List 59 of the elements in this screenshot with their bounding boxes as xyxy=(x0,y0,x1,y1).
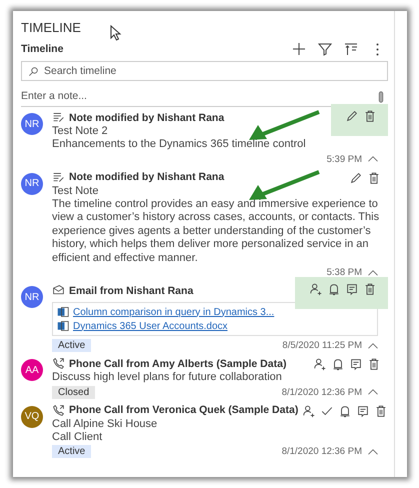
timestamp: 5:38 PM xyxy=(326,267,362,278)
item-title: Phone Call from Veronica Quek (Sample Data) xyxy=(69,404,298,416)
avatar: NR xyxy=(21,286,43,308)
status-badge: Active xyxy=(52,339,92,352)
trash-icon xyxy=(362,109,376,123)
item-subtitle: Test Note xyxy=(52,184,100,198)
item-description: The timeline control provides an easy and immersive experience to view a customer’s history across cases, accounts, or contacts. This experience gives agents a better understanding of the customer’s history, which helps them deliver more personalized service in an efficient and effective manner. xyxy=(52,198,380,265)
mouse-cursor xyxy=(110,25,122,41)
item-description: Enhancements to the Dynamics 365 timeline control xyxy=(52,138,307,152)
timestamp: 5:39 PM xyxy=(326,154,362,164)
document-icon xyxy=(57,320,69,332)
item-title: Phone Call from Amy Alberts (Sample Data) xyxy=(69,358,288,370)
more-icon xyxy=(376,42,378,56)
status-badge: Active xyxy=(52,445,92,458)
plus-icon xyxy=(291,41,307,57)
avatar: NR xyxy=(21,113,43,135)
timestamp: 8/5/2020 11:25 PM xyxy=(282,340,362,351)
item-subtitle: Test Note 2 xyxy=(52,125,109,138)
status-badge: Closed xyxy=(52,386,96,398)
person-plus-icon xyxy=(308,282,322,296)
filter-icon xyxy=(317,41,333,57)
bell-icon xyxy=(338,404,352,418)
note-icon xyxy=(348,357,362,371)
item-title: Note modified by Nishant Rana xyxy=(69,112,226,124)
sort-icon xyxy=(343,41,359,57)
item-title: Email from Nishant Rana xyxy=(69,284,194,296)
bell-icon xyxy=(326,282,340,296)
section-title: TIMELINE xyxy=(21,19,81,35)
envelope-icon xyxy=(52,284,65,297)
search-icon xyxy=(28,66,39,77)
phone-icon xyxy=(52,357,65,370)
person-plus-icon xyxy=(312,357,326,371)
item-subtitle: Call Alpine Ski House xyxy=(52,418,158,430)
timestamp: 8/1/2020 12:36 PM xyxy=(282,386,362,398)
note-icon xyxy=(344,282,358,296)
person-plus-icon xyxy=(302,404,316,418)
item-description: Discuss high level plans for future collaboration xyxy=(52,371,283,384)
trash-icon xyxy=(366,170,380,184)
item-title: Note modified by Nishant Rana xyxy=(69,171,226,183)
note-icon xyxy=(52,111,65,124)
trash-icon xyxy=(362,282,376,296)
document-icon xyxy=(57,306,69,318)
pencil-icon xyxy=(348,170,362,184)
pencil-icon xyxy=(344,109,358,123)
note-icon xyxy=(52,170,65,184)
attachment-link[interactable]: Column comparison in query in Dynamics 3... xyxy=(73,306,274,318)
avatar: NR xyxy=(21,172,43,194)
search-field[interactable]: Search timeline xyxy=(21,61,388,81)
bell-icon xyxy=(330,357,344,371)
avatar: AA xyxy=(21,359,43,381)
trash-icon xyxy=(366,357,380,371)
timeline-header: Timeline xyxy=(21,43,64,55)
trash-icon xyxy=(374,404,388,418)
timestamp: 8/1/2020 12:36 PM xyxy=(282,446,362,457)
note-icon xyxy=(356,404,370,418)
avatar: VQ xyxy=(21,406,43,428)
attachment-link[interactable]: Dynamics 365 User Accounts.docx xyxy=(73,320,228,332)
item-description: Call Client xyxy=(52,430,104,444)
phone-icon xyxy=(52,404,65,416)
